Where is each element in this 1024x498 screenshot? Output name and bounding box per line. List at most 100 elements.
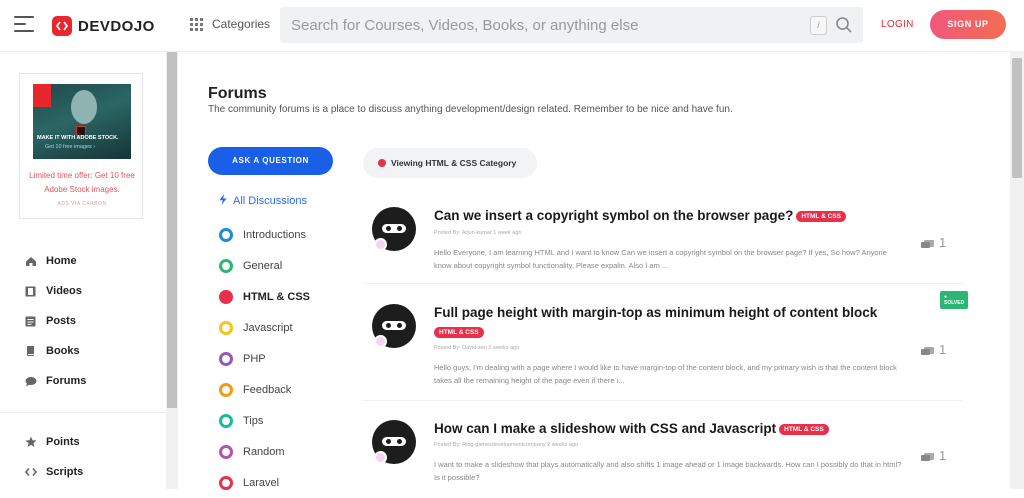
page-scrollbar-thumb[interactable] bbox=[1012, 58, 1022, 178]
category-laravel[interactable]: Laravel bbox=[219, 467, 349, 498]
carbon-ad[interactable]: MAKE IT WITH ADOBE STOCK. Get 10 free im… bbox=[19, 73, 143, 219]
ad-offer-text[interactable]: Limited time offer: Get 10 free Adobe St… bbox=[26, 169, 138, 197]
category-label: PHP bbox=[243, 352, 266, 365]
avatar[interactable] bbox=[372, 420, 416, 464]
category-label: General bbox=[243, 259, 283, 272]
main-nav: Home Videos Posts Books Forums bbox=[24, 246, 154, 396]
solved-badge: ● SOLVED bbox=[940, 291, 969, 309]
category-introductions[interactable]: Introductions bbox=[219, 219, 349, 250]
category-html-css[interactable]: HTML & CSS bbox=[219, 281, 349, 312]
category-javascript[interactable]: Javascript bbox=[219, 312, 349, 343]
chat-icon bbox=[24, 375, 37, 388]
hamburger-menu-icon[interactable] bbox=[14, 16, 34, 34]
lightning-icon bbox=[219, 194, 227, 208]
logo-mark-icon bbox=[52, 16, 72, 36]
discussion-meta: Posted By: Arjun-kumar 1 week ago bbox=[434, 230, 522, 236]
divider bbox=[363, 283, 963, 284]
category-tag[interactable]: HTML & CSS bbox=[779, 423, 829, 435]
sidebar-item-label: Points bbox=[46, 436, 80, 448]
sidebar-item-label: Forums bbox=[46, 375, 87, 387]
discussion-title-text: Can we insert a copyright symbol on the … bbox=[434, 208, 794, 223]
category-ring-icon bbox=[219, 320, 233, 335]
page-subtitle: The community forums is a place to discu… bbox=[208, 104, 733, 115]
grid-icon bbox=[190, 17, 203, 31]
sidebar-item-scripts[interactable]: Scripts bbox=[24, 457, 154, 487]
category-feedback[interactable]: Feedback bbox=[219, 374, 349, 405]
code-icon bbox=[24, 466, 37, 479]
reply-count-value: 1 bbox=[939, 448, 947, 463]
mini-avatar bbox=[374, 238, 387, 251]
avatar[interactable] bbox=[372, 207, 416, 251]
sidebar-item-books[interactable]: Books bbox=[24, 336, 154, 366]
ad-portrait bbox=[71, 90, 97, 124]
category-label: HTML & CSS bbox=[243, 290, 311, 303]
adobe-logo-icon bbox=[33, 84, 51, 107]
sidebar-item-points[interactable]: Points bbox=[24, 427, 154, 457]
document-icon bbox=[24, 315, 37, 328]
discussion-excerpt: Hello guys, I'm dealing with a page wher… bbox=[434, 363, 897, 385]
category-ring-icon bbox=[219, 289, 233, 304]
reply-count: 1 bbox=[921, 448, 946, 463]
ad-headline: MAKE IT WITH ADOBE STOCK. bbox=[37, 135, 119, 141]
category-ring-icon bbox=[219, 227, 233, 242]
page-scrollbar[interactable] bbox=[1010, 52, 1024, 489]
category-dot-icon bbox=[378, 159, 386, 167]
discussion-title[interactable]: Can we insert a copyright symbol on the … bbox=[434, 208, 846, 223]
sidebar-item-label: Home bbox=[46, 255, 77, 267]
divider bbox=[363, 400, 963, 401]
sidebar-scrollbar-thumb[interactable] bbox=[167, 52, 177, 408]
category-label: Feedback bbox=[243, 383, 292, 396]
category-php[interactable]: PHP bbox=[219, 343, 349, 374]
category-ring-icon bbox=[219, 351, 233, 366]
discussion-meta: Posted By: David-sen 2 weeks ago bbox=[434, 345, 520, 351]
discussion-excerpt: Hello Everyone, I am learning HTML and I… bbox=[434, 248, 887, 270]
reply-count-value: 1 bbox=[939, 235, 947, 250]
categories-menu[interactable]: Categories bbox=[190, 17, 270, 31]
avatar[interactable] bbox=[372, 304, 416, 348]
category-label: Tips bbox=[243, 414, 264, 427]
category-label: Introductions bbox=[243, 228, 306, 241]
discussion-title[interactable]: How can I make a slideshow with CSS and … bbox=[434, 421, 829, 436]
home-icon bbox=[24, 255, 37, 268]
category-label: Random bbox=[243, 445, 285, 458]
category-general[interactable]: General bbox=[219, 250, 349, 281]
sidebar-item-forums[interactable]: Forums bbox=[24, 366, 154, 396]
book-icon bbox=[24, 345, 37, 358]
sidebar-item-label: Books bbox=[46, 345, 80, 357]
ad-subline: Get 10 free images › bbox=[45, 144, 96, 150]
discussion-title[interactable]: Full page height with margin-top as mini… bbox=[434, 305, 877, 320]
ads-via-carbon[interactable]: ADS VIA CARBON bbox=[20, 201, 144, 207]
mini-avatar bbox=[374, 451, 387, 464]
category-ring-icon bbox=[219, 413, 233, 428]
signup-button[interactable]: SIGN UP bbox=[930, 10, 1006, 39]
category-random[interactable]: Random bbox=[219, 436, 349, 467]
category-label: Javascript bbox=[243, 321, 293, 334]
comment-icon bbox=[921, 451, 934, 461]
category-ring-icon bbox=[219, 382, 233, 397]
search-icon[interactable] bbox=[835, 16, 853, 34]
site-logo[interactable]: DEVDOJO bbox=[52, 15, 155, 37]
left-sidebar: MAKE IT WITH ADOBE STOCK. Get 10 free im… bbox=[0, 52, 166, 489]
category-label: Laravel bbox=[243, 476, 280, 489]
login-link[interactable]: LOGIN bbox=[881, 19, 914, 30]
all-discussions-link[interactable]: All Discussions bbox=[219, 190, 349, 212]
sidebar-item-videos[interactable]: Videos bbox=[24, 276, 154, 306]
discussion-title-text: Full page height with margin-top as mini… bbox=[434, 305, 878, 320]
category-tag[interactable]: HTML & CSS bbox=[434, 326, 484, 338]
viewing-label: Viewing HTML & CSS Category bbox=[391, 158, 517, 168]
ask-question-button[interactable]: ASK A QUESTION bbox=[208, 147, 333, 175]
category-tips[interactable]: Tips bbox=[219, 405, 349, 436]
star-icon bbox=[24, 436, 37, 449]
category-tag[interactable]: HTML & CSS bbox=[796, 210, 846, 222]
sidebar-item-home[interactable]: Home bbox=[24, 246, 154, 276]
viewing-category-pill[interactable]: Viewing HTML & CSS Category bbox=[363, 148, 537, 178]
sidebar-scrollbar[interactable] bbox=[166, 52, 178, 489]
reply-count: 1 bbox=[921, 342, 946, 357]
ad-image[interactable]: MAKE IT WITH ADOBE STOCK. Get 10 free im… bbox=[33, 84, 131, 159]
all-discussions-label: All Discussions bbox=[233, 195, 307, 207]
sidebar-item-posts[interactable]: Posts bbox=[24, 306, 154, 336]
top-bar: DEVDOJO Categories / LOGIN SIGN UP bbox=[0, 0, 1024, 52]
categories-label: Categories bbox=[212, 17, 271, 31]
discussion-excerpt: I want to make a slideshow that plays au… bbox=[434, 460, 902, 482]
search-input[interactable] bbox=[280, 7, 800, 43]
